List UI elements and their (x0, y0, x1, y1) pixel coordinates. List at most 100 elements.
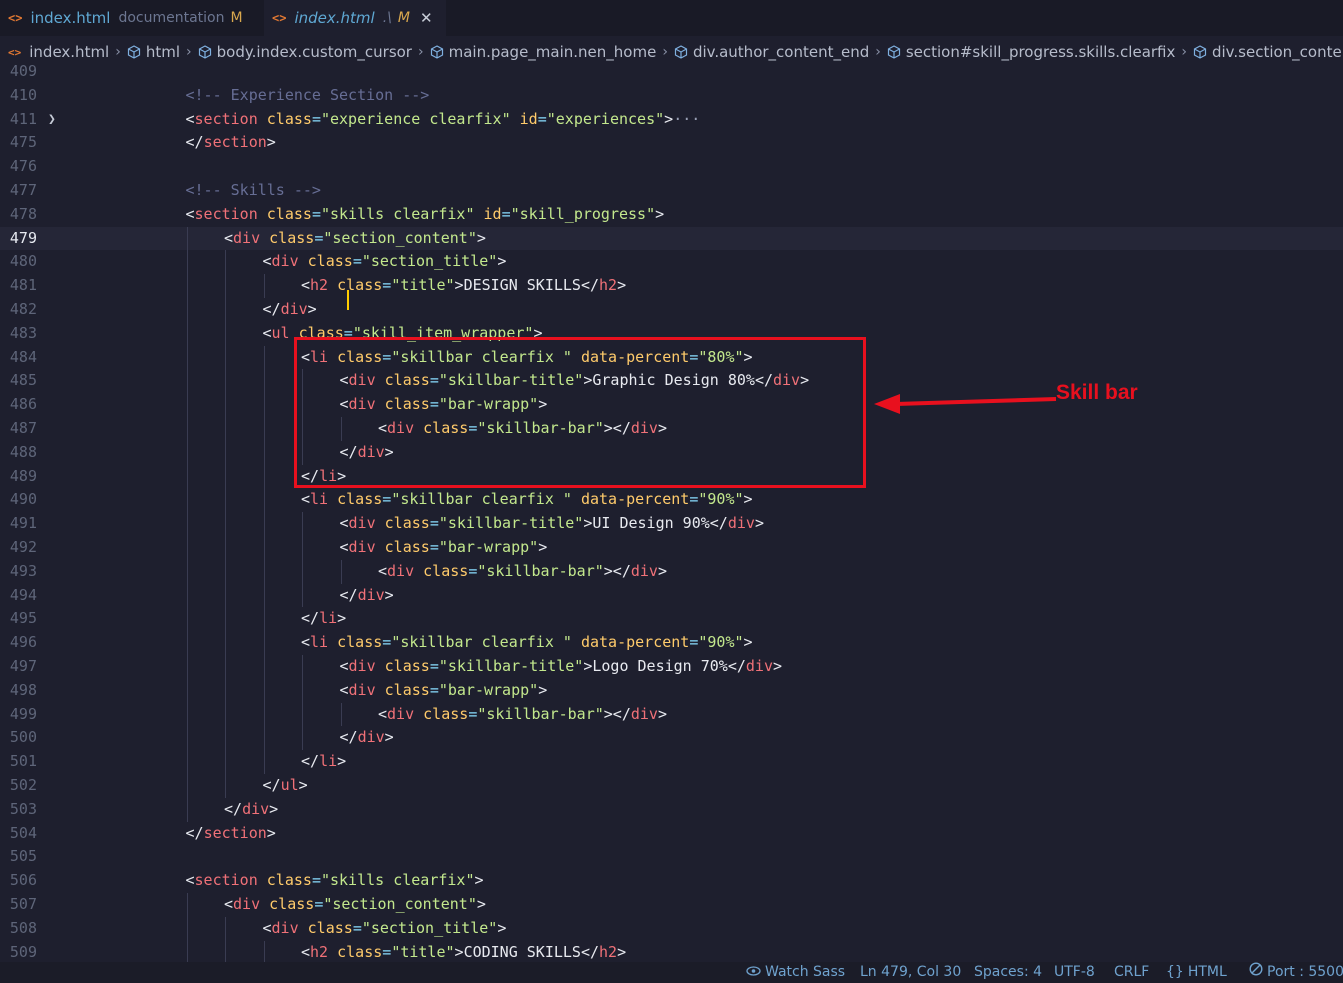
code-token: > (533, 323, 543, 342)
code-line[interactable]: 478 <section class="skills clearfix" id="… (0, 203, 1343, 227)
code-line[interactable]: 508 <div class="section_title"> (0, 916, 1343, 941)
code-line[interactable]: 497 <div class="skillbar-title">Logo Desi… (0, 655, 1343, 679)
code-line[interactable]: 484 <li class="skillbar clearfix " data-p… (0, 345, 1343, 370)
indent-guide (225, 488, 226, 513)
code-line[interactable]: 483 <ul class="skill_item_wrapper"> (0, 321, 1343, 346)
breadcrumb-item[interactable]: section#skill_progress.skills.clearfix (887, 43, 1175, 61)
watch-sass-button[interactable]: Watch Sass (746, 962, 845, 983)
code-line[interactable]: 476 (0, 155, 1343, 179)
code-text: <div class="bar-wrapp"> (340, 536, 548, 560)
code-token: "experience clearfix" (320, 109, 511, 128)
code-line[interactable]: 411 ❯ <section class="experience clearfix"… (0, 108, 1343, 132)
tab-index-active[interactable]: <> index.html .\ M ✕ (264, 0, 446, 36)
code-line[interactable]: 492 <div class="bar-wrapp"> (0, 536, 1343, 560)
indent-guide (186, 559, 188, 584)
code-line[interactable]: 501 </li> (0, 750, 1343, 774)
code-line[interactable]: 505 (0, 845, 1343, 869)
tab-index-documentation[interactable]: <> index.html documentation M (0, 0, 264, 36)
line-number: 509 (9, 942, 37, 961)
code-token: > (800, 371, 810, 390)
indent-guide (225, 298, 226, 322)
indent-guide (263, 631, 265, 655)
line-number: 485 (9, 371, 37, 390)
line-number: 507 (9, 895, 37, 913)
code-line[interactable]: 496 <li class="skillbar clearfix " data-p… (0, 631, 1343, 655)
indent-guide (225, 536, 226, 560)
code-editor[interactable]: 409 410 <!-- Experience Section --> 411 ❯ <se… (0, 60, 1343, 962)
breadcrumb-item[interactable]: div.section_content (1193, 43, 1343, 61)
code-line[interactable]: 409 (0, 60, 1343, 84)
code-line[interactable]: 488 </div> (0, 440, 1343, 465)
code-token: > (538, 680, 548, 699)
code-line[interactable]: 475 </section> (0, 131, 1343, 155)
encoding-setting[interactable]: UTF-8 (1054, 962, 1095, 983)
code-text: <!-- Skills --> (186, 179, 321, 203)
code-token: class (269, 228, 315, 247)
code-line[interactable]: 503 </div> (0, 797, 1343, 822)
code-token: class (307, 252, 353, 271)
breadcrumb-item[interactable]: body.index.custom_cursor (198, 43, 412, 61)
code-text: </div> (340, 441, 394, 465)
code-line[interactable]: 480 <div class="section_title"> (0, 250, 1343, 275)
code-line[interactable]: 506 <section class="skills clearfix"> (0, 869, 1343, 893)
port-label: Port : 5500 (1267, 964, 1343, 980)
code-token: = (429, 538, 439, 556)
indent-guide (186, 607, 188, 632)
code-token: Logo Design 70% (592, 657, 728, 675)
code-token: </ (580, 276, 600, 295)
code-line[interactable]: 502 </ul> (0, 774, 1343, 798)
code-line[interactable]: 481 <h2 class="title">DESIGN SKILLS</h2> (0, 274, 1343, 298)
indentation-setting[interactable]: Spaces: 4 (974, 962, 1042, 983)
code-line[interactable]: 482 </div> (0, 298, 1343, 322)
code-token: < (339, 538, 349, 556)
code-token: = (382, 633, 392, 652)
code-line[interactable]: 495 </li> (0, 607, 1343, 632)
live-server-port[interactable]: Port : 5500 (1249, 962, 1343, 983)
code-token: li (319, 752, 338, 771)
code-token: < (339, 514, 349, 533)
code-token: div (727, 514, 755, 533)
code-line[interactable]: 504 </section> (0, 822, 1343, 846)
indent-guide (302, 559, 303, 584)
breadcrumb-item[interactable]: <> index.html (8, 43, 109, 61)
breadcrumb-item[interactable]: div.author_content_end (674, 43, 869, 61)
breadcrumb-item[interactable]: html (127, 43, 180, 61)
code-line[interactable]: 500 </div> (0, 726, 1343, 751)
code-line[interactable]: 487 <div class="skillbar-bar"></div> (0, 417, 1343, 441)
tab-filename: index.html (30, 9, 111, 27)
code-line[interactable]: 498 <div class="bar-wrapp"> (0, 678, 1343, 703)
code-line[interactable]: 477 <!-- Skills --> (0, 179, 1343, 203)
code-token: section (194, 871, 258, 890)
breadcrumb-item[interactable]: main.page_main.nen_home (430, 43, 656, 61)
code-text: <h2 class="title">CODING SKILLS</h2> (301, 941, 626, 962)
indent-guide (225, 321, 226, 346)
tab-description: documentation (118, 10, 225, 26)
code-line[interactable]: 509 <h2 class="title">CODING SKILLS</h2> (0, 940, 1343, 962)
code-text: <div class="skillbar-bar"></div> (378, 417, 667, 441)
code-line[interactable]: 485 <div class="skillbar-title">Graphic D… (0, 369, 1343, 394)
code-line[interactable]: 499 <div class="skillbar-bar"></div> (0, 702, 1343, 727)
indent-guide (225, 916, 226, 941)
code-token: < (339, 657, 349, 675)
code-line[interactable]: 494 </div> (0, 583, 1343, 608)
code-line[interactable]: 410 <!-- Experience Section --> (0, 84, 1343, 108)
code-line[interactable]: 491 <div class="skillbar-title">UI Design… (0, 512, 1343, 536)
code-text: <div class="skillbar-bar"></div> (378, 560, 667, 584)
indent-guide (186, 393, 188, 417)
close-icon[interactable]: ✕ (420, 9, 433, 27)
code-line[interactable]: 493 <div class="skillbar-bar"></div> (0, 559, 1343, 584)
code-line[interactable]: 486 <div class="bar-wrapp"> (0, 393, 1343, 417)
code-line[interactable]: 490 <li class="skillbar clearfix " data-p… (0, 488, 1343, 513)
fold-chevron-icon[interactable]: ❯ (48, 108, 56, 132)
code-line[interactable]: 489 </li> (0, 464, 1343, 489)
language-mode[interactable]: {} HTML (1166, 962, 1227, 983)
indent-guide (225, 583, 226, 608)
cursor-position[interactable]: Ln 479, Col 30 (860, 962, 961, 983)
code-line[interactable]: 479 <div class="section_content"> (0, 226, 1343, 251)
eol-setting[interactable]: CRLF (1114, 962, 1149, 983)
code-line[interactable]: 507 <div class="section_content"> (0, 893, 1343, 917)
indent-guide (225, 417, 226, 441)
